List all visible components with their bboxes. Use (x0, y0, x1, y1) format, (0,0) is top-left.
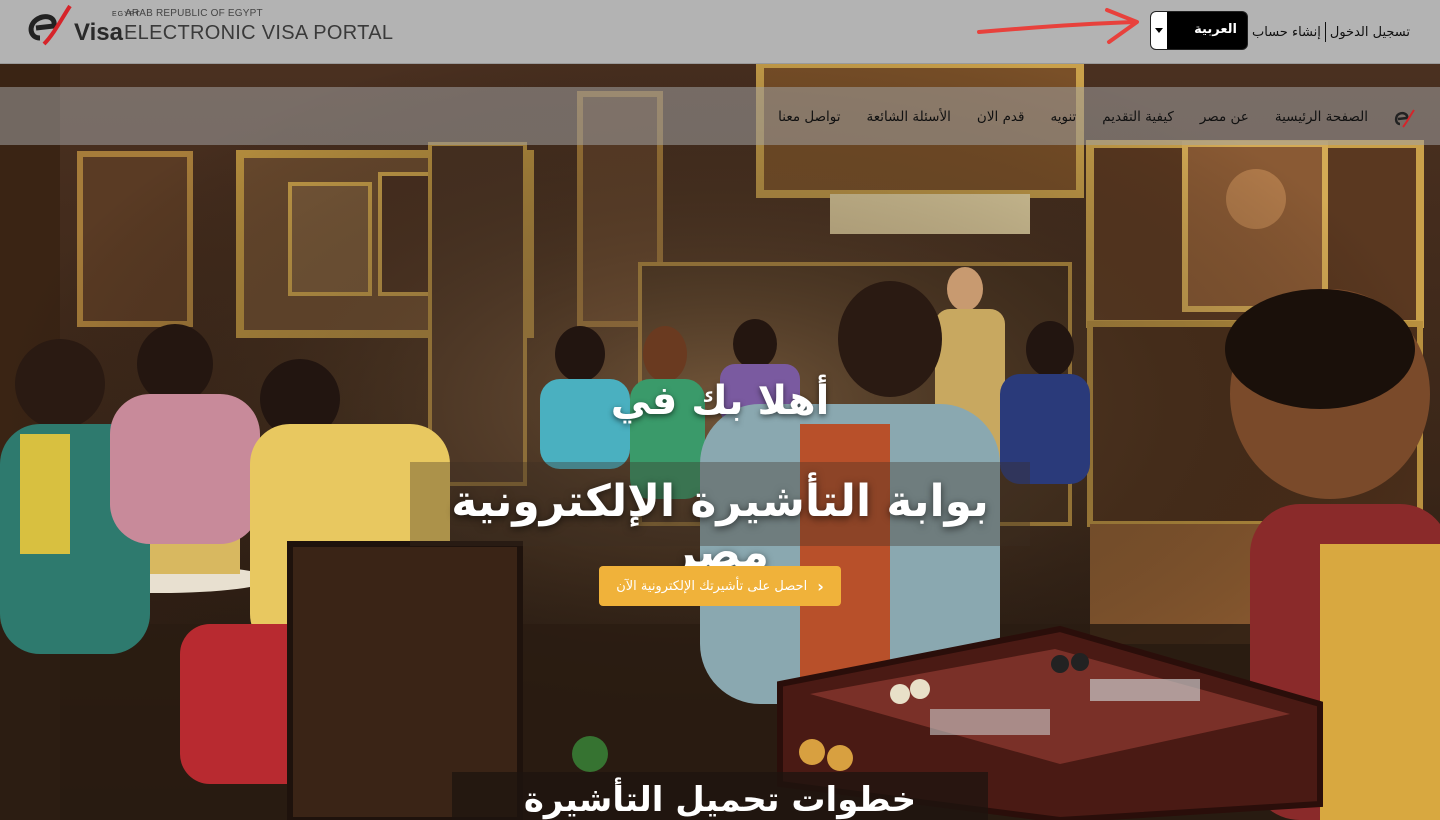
top-header: EGYPT Visa ARAB REPUBLIC OF EGYPT ELECTR… (0, 0, 1440, 64)
apply-now-cta-button[interactable]: ‹ احصل على تأشيرتك الإلكترونية الآن (599, 566, 841, 606)
main-navbar: الصفحة الرئيسية عن مصر كيفية التقديم تنو… (0, 87, 1440, 145)
nav-item-apply-now[interactable]: قدم الان (977, 109, 1025, 125)
portal-title: ELECTRONIC VISA PORTAL (124, 22, 394, 44)
nav-evisa-logo-icon[interactable] (1394, 108, 1416, 130)
nav-menu: الصفحة الرئيسية عن مصر كيفية التقديم تنو… (752, 109, 1368, 125)
evisa-e-icon (28, 4, 72, 46)
portal-subtitle: ARAB REPUBLIC OF EGYPT (125, 8, 263, 19)
hero-background-image (0, 64, 1440, 820)
hero-welcome-text: أهلا بك في (610, 378, 830, 424)
evisa-logo[interactable]: EGYPT Visa (26, 4, 140, 54)
nav-item-how-to-apply[interactable]: كيفية التقديم (1102, 109, 1174, 125)
steps-heading: خطوات تحميل التأشيرة الالكترونية (523, 780, 917, 820)
nav-item-disclaimer[interactable]: تنويه (1050, 109, 1076, 125)
hero-banner (0, 64, 1440, 820)
auth-divider (1324, 22, 1326, 42)
auth-links: تسجيل الدخول إنشاء حساب (1252, 22, 1410, 42)
caret-down-icon (1155, 28, 1163, 33)
language-select[interactable]: العربية (1150, 11, 1248, 50)
nav-item-contact-us[interactable]: تواصل معنا (778, 109, 840, 125)
nav-item-about-egypt[interactable]: عن مصر (1200, 109, 1249, 125)
cta-label: احصل على تأشيرتك الإلكترونية الآن (616, 578, 808, 594)
logo-visa-text: Visa (74, 19, 123, 46)
language-selected-value: العربية (1194, 22, 1237, 37)
annotation-arrow-icon (977, 8, 1139, 44)
language-dropdown-toggle[interactable] (1151, 12, 1167, 49)
nav-item-home[interactable]: الصفحة الرئيسية (1275, 109, 1368, 125)
login-link[interactable]: تسجيل الدخول (1330, 25, 1410, 40)
hero-title: بوابة التأشيرة الإلكترونية مصر (451, 476, 989, 578)
chevron-left-icon: ‹ (817, 576, 824, 596)
register-link[interactable]: إنشاء حساب (1252, 25, 1321, 40)
nav-item-faq[interactable]: الأسئلة الشائعة (867, 109, 951, 125)
